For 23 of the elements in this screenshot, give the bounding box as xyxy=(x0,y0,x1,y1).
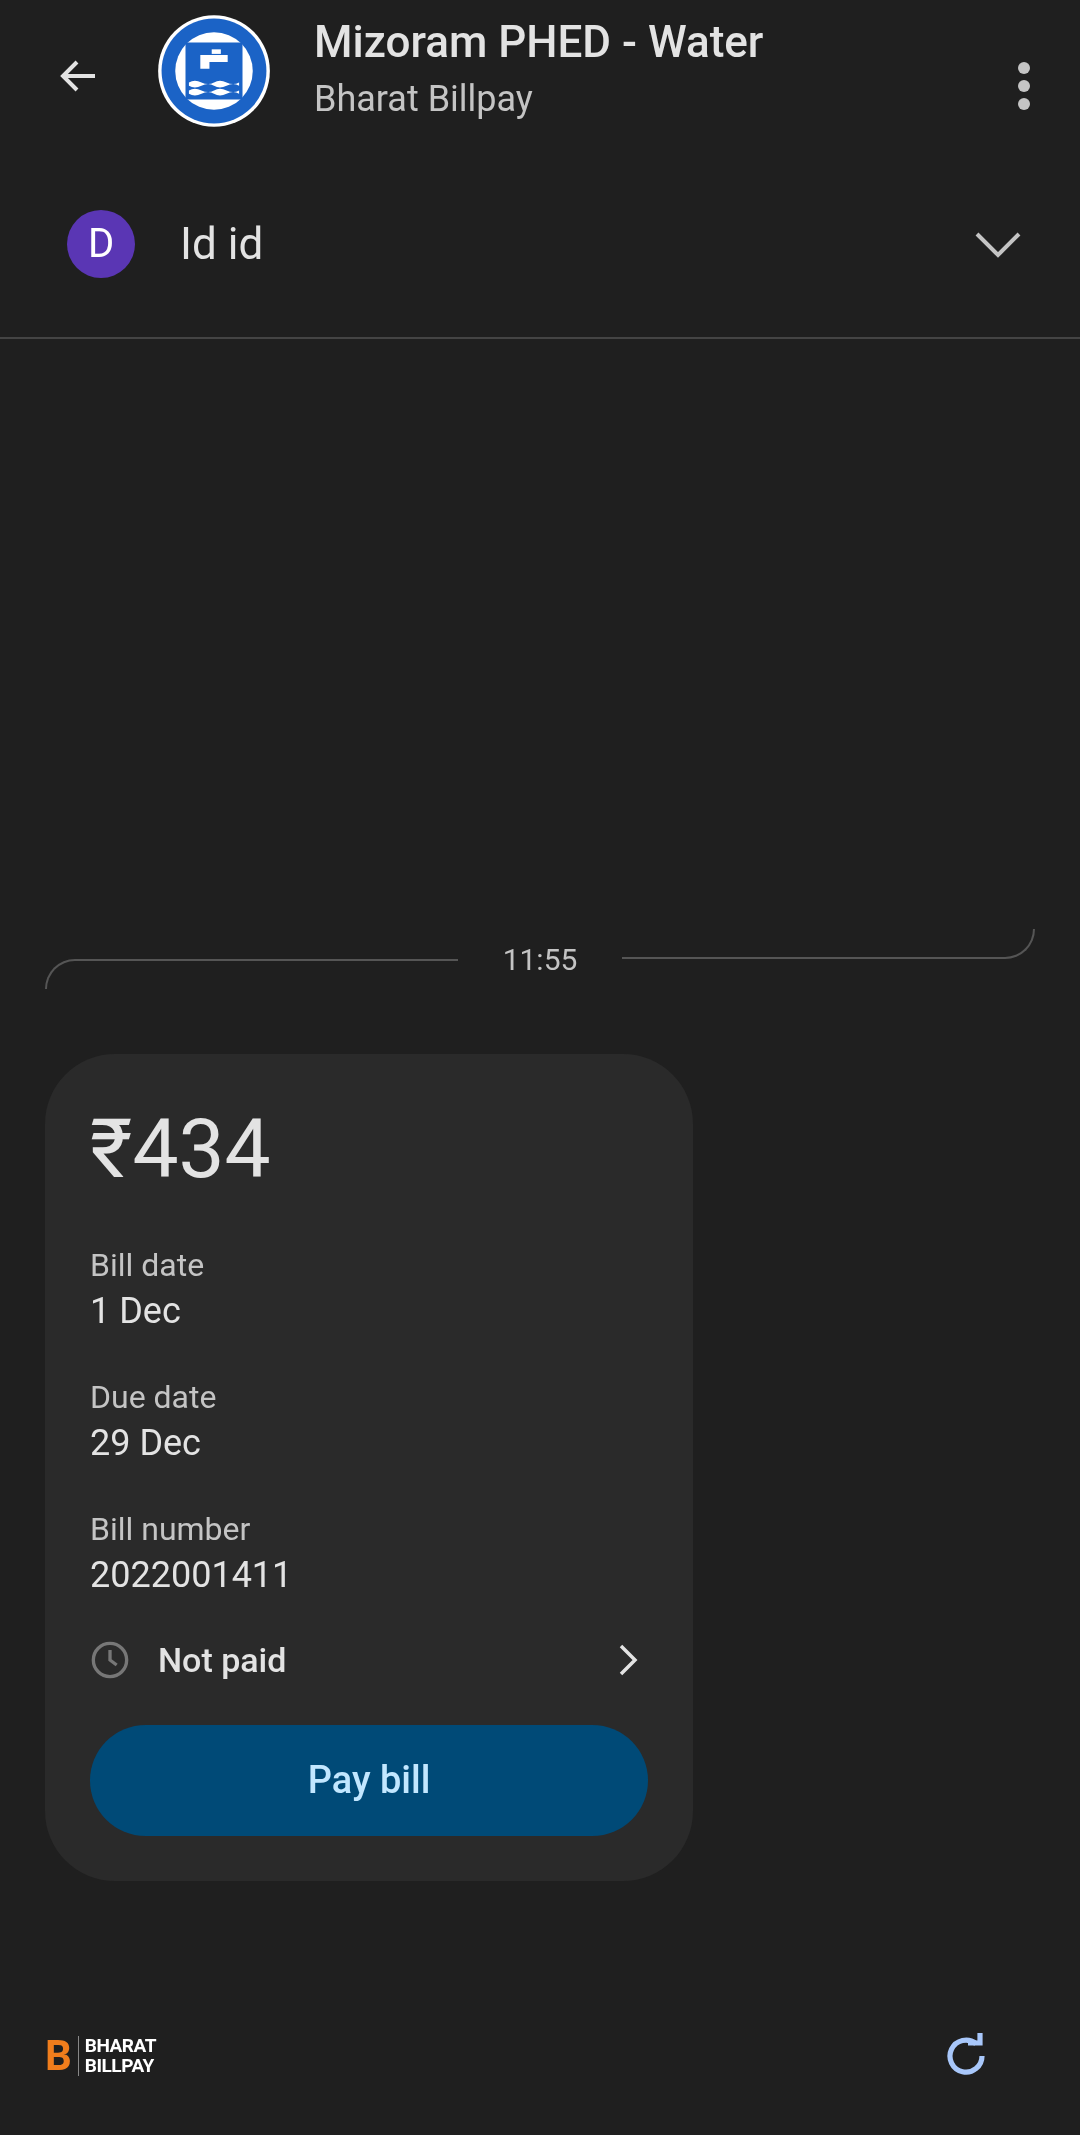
avatar: D xyxy=(67,209,135,278)
account-name: Id id xyxy=(180,216,264,272)
field-value: 2022001411 xyxy=(90,1553,294,1598)
payment-status: Not paid xyxy=(158,1638,287,1682)
account-selector[interactable]: D Id id xyxy=(0,150,1080,339)
bill-amount: ₹434 xyxy=(90,1100,272,1199)
chevron-right-icon xyxy=(618,1643,638,1677)
faucet-logo-icon xyxy=(157,14,271,128)
field-label: Bill number xyxy=(90,1509,252,1550)
message-timestamp: 11:55 xyxy=(501,940,579,979)
payment-status-row[interactable]: Not paid xyxy=(90,1630,648,1690)
field-value: 29 Dec xyxy=(90,1421,202,1466)
field-label: Due date xyxy=(90,1377,218,1418)
biller-title: Mizoram PHED - Water xyxy=(314,15,764,70)
field-value: 1 Dec xyxy=(90,1289,182,1334)
logo-mark: B xyxy=(45,2035,72,2077)
logo-text: BILLPAY xyxy=(84,2056,155,2076)
logo-text: BHARAT xyxy=(84,2036,156,2056)
more-options-icon[interactable] xyxy=(1016,60,1032,112)
biller-subtitle: Bharat Billpay xyxy=(314,77,534,122)
clock-icon xyxy=(90,1640,130,1680)
field-label: Bill date xyxy=(90,1245,206,1286)
pay-bill-button[interactable]: Pay bill xyxy=(90,1725,648,1836)
